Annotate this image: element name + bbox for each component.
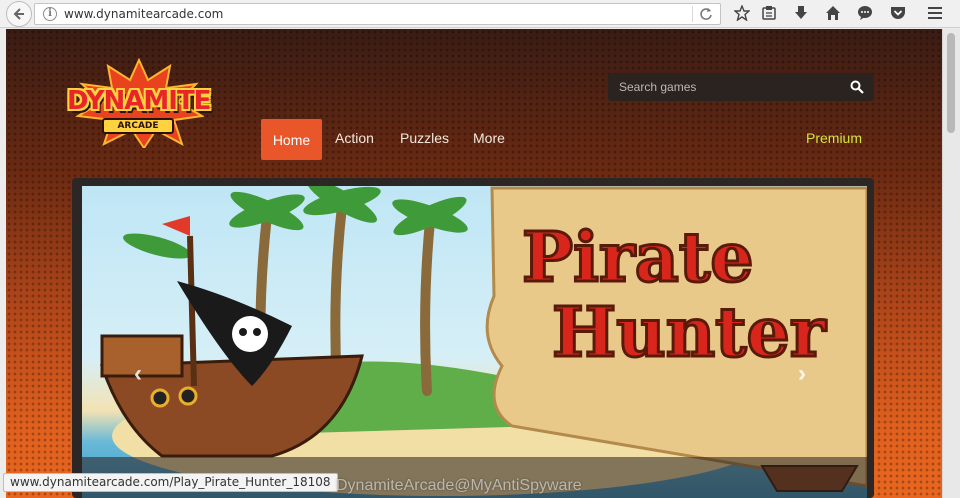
status-bar-link-preview: www.dynamitearcade.com/Play_Pirate_Hunte… <box>3 473 338 492</box>
slide-title-line2: Hunter <box>552 293 827 373</box>
home-icon[interactable] <box>825 5 841 21</box>
info-icon[interactable]: i <box>43 7 57 21</box>
nav-more-link[interactable]: More <box>473 130 505 146</box>
slider-prev-arrow[interactable]: ‹ <box>134 360 142 388</box>
back-icon <box>13 8 24 20</box>
search-input[interactable] <box>608 73 840 101</box>
url-text[interactable]: www.dynamitearcade.com <box>64 7 223 21</box>
menu-icon[interactable] <box>927 5 943 21</box>
slide-title-line1: Pirate <box>522 218 754 298</box>
reload-icon[interactable] <box>699 7 713 21</box>
clipboard-icon[interactable] <box>761 5 777 21</box>
nav-puzzles-link[interactable]: Puzzles <box>400 130 449 146</box>
bookmark-star-icon[interactable] <box>734 5 750 21</box>
page-scrollbar[interactable] <box>942 29 960 498</box>
back-button[interactable] <box>6 1 32 27</box>
logo-subtitle: ARCADE <box>102 118 174 134</box>
search-icon[interactable] <box>850 80 864 94</box>
address-bar[interactable]: i www.dynamitearcade.com <box>34 3 721 25</box>
pirate-hunter-artwork: Pirate Hunter <box>99 186 867 496</box>
browser-toolbar: i www.dynamitearcade.com <box>0 0 960 28</box>
nav-home-button[interactable]: Home <box>261 119 322 160</box>
site-logo[interactable]: DYNAMITE ARCADE <box>64 58 214 148</box>
chat-icon[interactable] <box>857 5 873 21</box>
slider-next-arrow[interactable]: › <box>798 360 806 388</box>
nav-premium-link[interactable]: Premium <box>806 130 862 146</box>
watermark-text: DynamiteArcade@MyAntiSpyware <box>336 477 582 494</box>
pocket-icon[interactable] <box>890 5 906 21</box>
logo-wordmark: DYNAMITE <box>67 86 211 116</box>
urlbar-divider <box>692 6 693 22</box>
slide-pirate-hunter[interactable]: Pirate Hunter <box>82 186 867 498</box>
nav-action-link[interactable]: Action <box>335 130 374 146</box>
download-icon[interactable] <box>793 5 809 21</box>
scrollbar-thumb[interactable] <box>947 33 955 133</box>
search-box <box>608 73 874 101</box>
